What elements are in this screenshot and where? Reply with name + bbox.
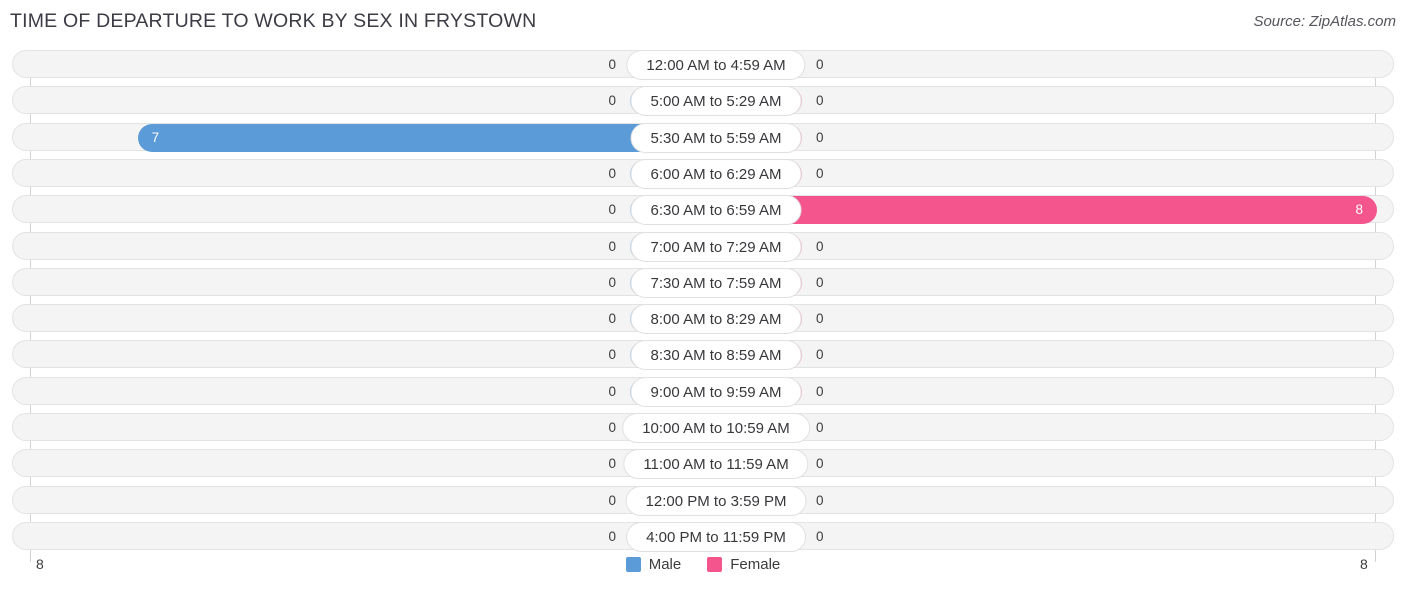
- bar-value-female: 0: [816, 311, 824, 327]
- bar-value-male: 0: [608, 383, 616, 399]
- chart-header: TIME OF DEPARTURE TO WORK BY SEX IN FRYS…: [0, 0, 1406, 45]
- bar-wrap: 0 0 12:00 PM to 3:59 PM: [13, 485, 1406, 516]
- category-label-pill: 7:00 AM to 7:29 AM: [630, 231, 802, 262]
- bar-value-male: 0: [608, 57, 616, 72]
- bar-wrap: 0 0 6:00 AM to 6:29 AM: [13, 158, 1406, 189]
- bar-wrap: 0 0 11:00 AM to 11:59 AM: [13, 449, 1406, 480]
- bar-wrap: 0 0 9:00 AM to 9:59 AM: [13, 376, 1406, 407]
- page-title: TIME OF DEPARTURE TO WORK BY SEX IN FRYS…: [10, 10, 537, 32]
- bar-value-male: 0: [608, 311, 616, 327]
- bar-wrap: 0 0 12:00 AM to 4:59 AM: [13, 50, 1406, 80]
- legend-label-male: Male: [648, 556, 682, 573]
- bar-value-female: 0: [816, 528, 824, 544]
- bar-row[interactable]: 0 0 8:00 AM to 8:29 AM: [12, 304, 1394, 335]
- bar-value-female: 0: [816, 492, 824, 508]
- chart-legend: Male Female: [0, 556, 1406, 573]
- category-label-pill: 8:30 AM to 8:59 AM: [630, 340, 802, 371]
- bar-value-male: 0: [608, 238, 616, 254]
- bar-value-female: 0: [816, 57, 824, 72]
- bar-value-female: 0: [816, 238, 824, 254]
- chart-footer: 8 8 Male Female: [0, 550, 1406, 595]
- bar-value-male: 0: [608, 93, 616, 109]
- bar-value-female: 0: [816, 129, 824, 145]
- category-label-pill: 12:00 AM to 4:59 AM: [626, 50, 806, 80]
- bar-female[interactable]: 8: [716, 196, 1377, 225]
- bar-row[interactable]: 0 0 12:00 PM to 3:59 PM: [12, 485, 1394, 516]
- bar-row[interactable]: 8 0 6:30 AM to 6:59 AM: [12, 195, 1394, 226]
- bar-wrap: 0 0 10:00 AM to 10:59 AM: [13, 413, 1406, 443]
- bar-row[interactable]: 0 0 10:00 AM to 10:59 AM: [12, 413, 1394, 443]
- legend-item-female[interactable]: Female: [707, 556, 780, 573]
- bar-value-male: 0: [608, 165, 616, 181]
- bar-value-female: 0: [816, 165, 824, 181]
- category-label-pill: 12:00 PM to 3:59 PM: [625, 485, 807, 516]
- bar-value-male: 0: [608, 492, 616, 508]
- source-attribution: Source: ZipAtlas.com: [1253, 13, 1396, 30]
- bar-value-male: 0: [608, 528, 616, 544]
- bar-row[interactable]: 7 0 5:30 AM to 5:59 AM: [12, 122, 1394, 153]
- bar-wrap: 7 0 5:30 AM to 5:59 AM: [13, 122, 1406, 153]
- bar-wrap: 0 0 7:00 AM to 7:29 AM: [13, 231, 1406, 262]
- bar-male[interactable]: 7: [137, 123, 716, 152]
- bar-value-female: 0: [816, 274, 824, 290]
- category-label-pill: 8:00 AM to 8:29 AM: [630, 304, 802, 335]
- bar-row[interactable]: 0 0 7:30 AM to 7:59 AM: [12, 267, 1394, 298]
- category-label-pill: 11:00 AM to 11:59 AM: [623, 449, 809, 480]
- bar-value-male: 0: [608, 202, 616, 218]
- category-label-pill: 6:00 AM to 6:29 AM: [630, 158, 802, 189]
- bar-value-male: 0: [608, 420, 616, 435]
- bar-value-male: 0: [608, 347, 616, 363]
- category-label-pill: 10:00 AM to 10:59 AM: [622, 413, 810, 443]
- bar-row[interactable]: 0 0 12:00 AM to 4:59 AM: [12, 50, 1394, 80]
- category-label-pill: 5:30 AM to 5:59 AM: [630, 122, 802, 153]
- bar-value-female: 0: [816, 420, 824, 435]
- legend-item-male[interactable]: Male: [625, 556, 682, 573]
- bar-row[interactable]: 0 0 8:30 AM to 8:59 AM: [12, 340, 1394, 371]
- chart-plot-area: 0 0 12:00 AM to 4:59 AM 0 0 5:00 AM to 5:29 A…: [0, 45, 1406, 562]
- category-label-pill: 4:00 PM to 11:59 PM: [626, 521, 806, 552]
- category-label-pill: 6:30 AM to 6:59 AM: [630, 195, 802, 226]
- bar-value-male: 7: [151, 129, 160, 145]
- bar-row[interactable]: 0 0 4:00 PM to 11:59 PM: [12, 521, 1394, 552]
- bar-wrap: 0 0 5:00 AM to 5:29 AM: [13, 86, 1406, 117]
- bar-value-male: 0: [608, 274, 616, 290]
- category-label-pill: 9:00 AM to 9:59 AM: [630, 376, 802, 407]
- legend-label-female: Female: [730, 556, 781, 573]
- bar-value-female: 0: [816, 383, 824, 399]
- bar-wrap: 0 0 8:00 AM to 8:29 AM: [13, 304, 1406, 335]
- bar-wrap: 0 0 4:00 PM to 11:59 PM: [13, 521, 1406, 552]
- bar-value-male: 0: [608, 456, 616, 472]
- legend-swatch-male-icon: [625, 557, 641, 572]
- bar-wrap: 0 0 8:30 AM to 8:59 AM: [13, 340, 1406, 371]
- bar-value-female: 0: [816, 347, 824, 363]
- bar-value-female: 8: [1355, 202, 1363, 218]
- bar-row[interactable]: 0 0 6:00 AM to 6:29 AM: [12, 158, 1394, 189]
- category-label-pill: 5:00 AM to 5:29 AM: [630, 86, 802, 117]
- bar-row[interactable]: 0 0 7:00 AM to 7:29 AM: [12, 231, 1394, 262]
- bar-row[interactable]: 0 0 9:00 AM to 9:59 AM: [12, 376, 1394, 407]
- bar-wrap: 8 0 6:30 AM to 6:59 AM: [13, 195, 1406, 226]
- legend-swatch-female-icon: [707, 557, 723, 572]
- bar-value-female: 0: [816, 456, 824, 472]
- bar-row[interactable]: 0 0 5:00 AM to 5:29 AM: [12, 86, 1394, 117]
- bar-wrap: 0 0 7:30 AM to 7:59 AM: [13, 267, 1406, 298]
- bar-value-female: 0: [816, 93, 824, 109]
- category-label-pill: 7:30 AM to 7:59 AM: [630, 267, 802, 298]
- bar-row[interactable]: 0 0 11:00 AM to 11:59 AM: [12, 449, 1394, 480]
